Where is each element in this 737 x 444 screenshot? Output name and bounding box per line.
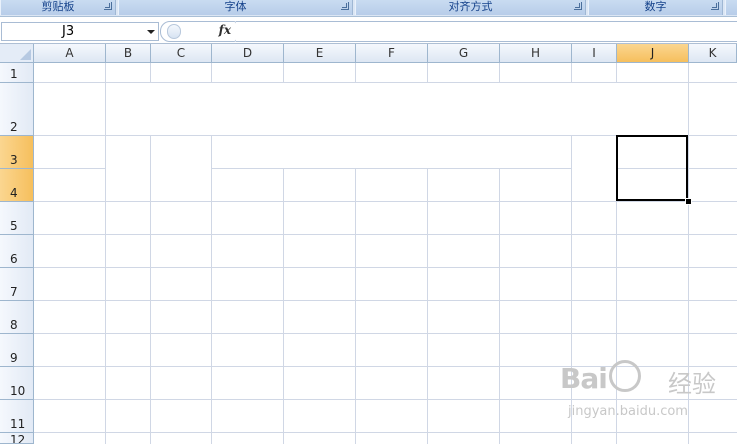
column-header-g[interactable]: G: [428, 44, 500, 63]
row-number: 12: [10, 433, 26, 444]
chevron-down-icon[interactable]: [147, 30, 155, 34]
number-dialog-launcher-icon[interactable]: [711, 2, 719, 10]
merged-cell-b2-i2[interactable]: [106, 83, 688, 135]
insert-function-icon[interactable]: fx: [219, 23, 231, 37]
merged-cell-c3-c4[interactable]: [151, 136, 211, 201]
name-box[interactable]: J3: [1, 22, 159, 41]
column-header-f[interactable]: F: [356, 44, 428, 63]
column-header-b[interactable]: B: [106, 44, 151, 63]
row-number: 2: [10, 120, 18, 134]
select-all-button[interactable]: [0, 44, 34, 63]
ribbon-group-strip: 剪贴板 字体 对齐方式 数字: [0, 0, 737, 17]
row-number: 9: [10, 351, 18, 365]
column-header-k[interactable]: K: [689, 44, 737, 63]
ribbon-group-font-label: 字体: [224, 0, 247, 13]
row-number: 6: [10, 252, 18, 266]
row-number: 7: [10, 285, 18, 299]
ribbon-group-alignment[interactable]: 对齐方式: [355, 0, 586, 15]
row-header-9[interactable]: 9: [0, 334, 34, 367]
row-header-6[interactable]: 6: [0, 235, 34, 268]
column-header-d[interactable]: D: [212, 44, 284, 63]
row-header-3[interactable]: 3: [0, 136, 34, 169]
column-header-i[interactable]: I: [572, 44, 617, 63]
ribbon-group-number-label: 数字: [644, 0, 667, 13]
row-number: 11: [10, 417, 26, 431]
baidu-logo-text: Bai: [560, 362, 608, 395]
row-number: 8: [10, 318, 18, 332]
baidu-logo: Bai: [560, 360, 643, 395]
row-header-1[interactable]: 1: [0, 63, 34, 83]
fill-handle[interactable]: [685, 198, 692, 205]
active-cell-j3[interactable]: [616, 135, 688, 201]
alignment-dialog-launcher-icon[interactable]: [574, 2, 582, 10]
formula-input[interactable]: [236, 21, 737, 42]
jingyan-label: 经验: [668, 370, 716, 398]
formula-bar-splitter-icon[interactable]: [167, 24, 181, 39]
merged-cell-i3-i4[interactable]: [572, 136, 616, 201]
row-header-4[interactable]: 4: [0, 169, 34, 202]
row-header-12[interactable]: 12: [0, 433, 34, 444]
watermark-url: jingyan.baidu.com: [568, 404, 688, 419]
column-header-c[interactable]: C: [151, 44, 212, 63]
row-number: 1: [10, 67, 18, 81]
row-number: 4: [10, 186, 18, 200]
row-header-11[interactable]: 11: [0, 400, 34, 433]
row-number: 10: [10, 384, 26, 398]
row-number: 3: [10, 153, 18, 167]
column-header-h[interactable]: H: [500, 44, 572, 63]
merged-cell-d3-h3[interactable]: [212, 136, 571, 168]
ribbon-group-clipboard-label: 剪贴板: [41, 0, 75, 13]
row-header-7[interactable]: 7: [0, 268, 34, 301]
merged-cell-b3-b4[interactable]: [106, 136, 150, 201]
row-number: 5: [10, 219, 18, 233]
row-header-8[interactable]: 8: [0, 301, 34, 334]
name-box-value: J3: [62, 24, 75, 39]
font-dialog-launcher-icon[interactable]: [341, 2, 349, 10]
ribbon-group-font[interactable]: 字体: [118, 0, 353, 15]
ribbon-group-alignment-label: 对齐方式: [448, 0, 493, 13]
clipboard-dialog-launcher-icon[interactable]: [104, 2, 112, 10]
paw-icon: [608, 360, 641, 392]
formula-bar: J3 fx: [0, 17, 737, 44]
column-header-a[interactable]: A: [34, 44, 106, 63]
formula-tools: fx: [160, 21, 237, 42]
baidu-jingyan-watermark: Bai 经验 jingyan.baidu.com: [560, 360, 730, 430]
ribbon-group-number[interactable]: 数字: [588, 0, 723, 15]
column-header-j[interactable]: J: [617, 44, 689, 63]
row-header-5[interactable]: 5: [0, 202, 34, 235]
column-header-e[interactable]: E: [284, 44, 356, 63]
ribbon-group-next[interactable]: [725, 0, 737, 15]
row-header-2[interactable]: 2: [0, 83, 34, 136]
ribbon-group-clipboard[interactable]: 剪贴板: [0, 0, 116, 15]
row-header-10[interactable]: 10: [0, 367, 34, 400]
